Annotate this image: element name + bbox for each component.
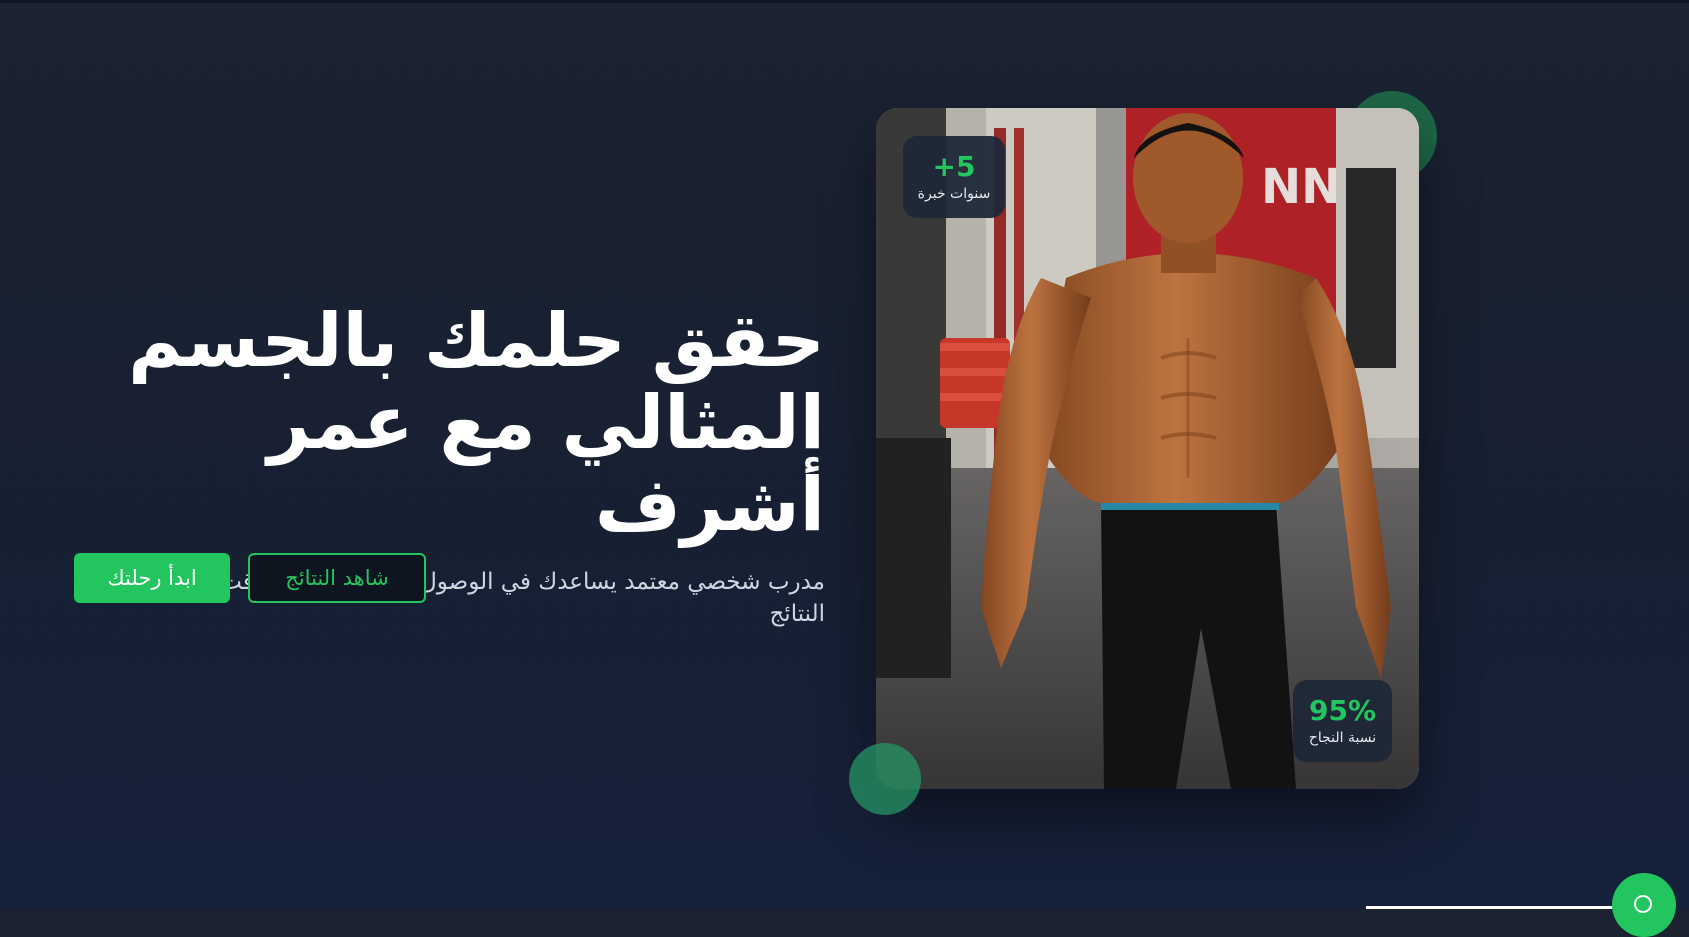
top-border: [0, 0, 1689, 3]
view-results-button[interactable]: شاهد النتائج: [248, 553, 426, 603]
experience-value: 5+: [932, 150, 976, 183]
hero-title-line-2: المثالي مع عمر أشرف: [267, 380, 826, 548]
chat-button[interactable]: [1612, 873, 1676, 937]
hero-title-line-1: حقق حلمك بالجسم: [128, 298, 825, 384]
success-label: نسبة النجاح: [1308, 730, 1377, 746]
success-value: 95%: [1308, 694, 1377, 727]
experience-label: سنوات خبرة: [917, 186, 991, 202]
stat-badge-success: 95% نسبة النجاح: [1293, 680, 1392, 762]
hero-title: حقق حلمك بالجسم المثالي مع عمر أشرف: [90, 300, 825, 546]
stat-badge-experience: 5+ سنوات خبرة: [903, 136, 1005, 218]
decorative-circle-bottom: [849, 743, 921, 815]
start-journey-button[interactable]: ابدأ رحلتك: [74, 553, 230, 603]
chat-bubble-icon: [1634, 895, 1652, 913]
